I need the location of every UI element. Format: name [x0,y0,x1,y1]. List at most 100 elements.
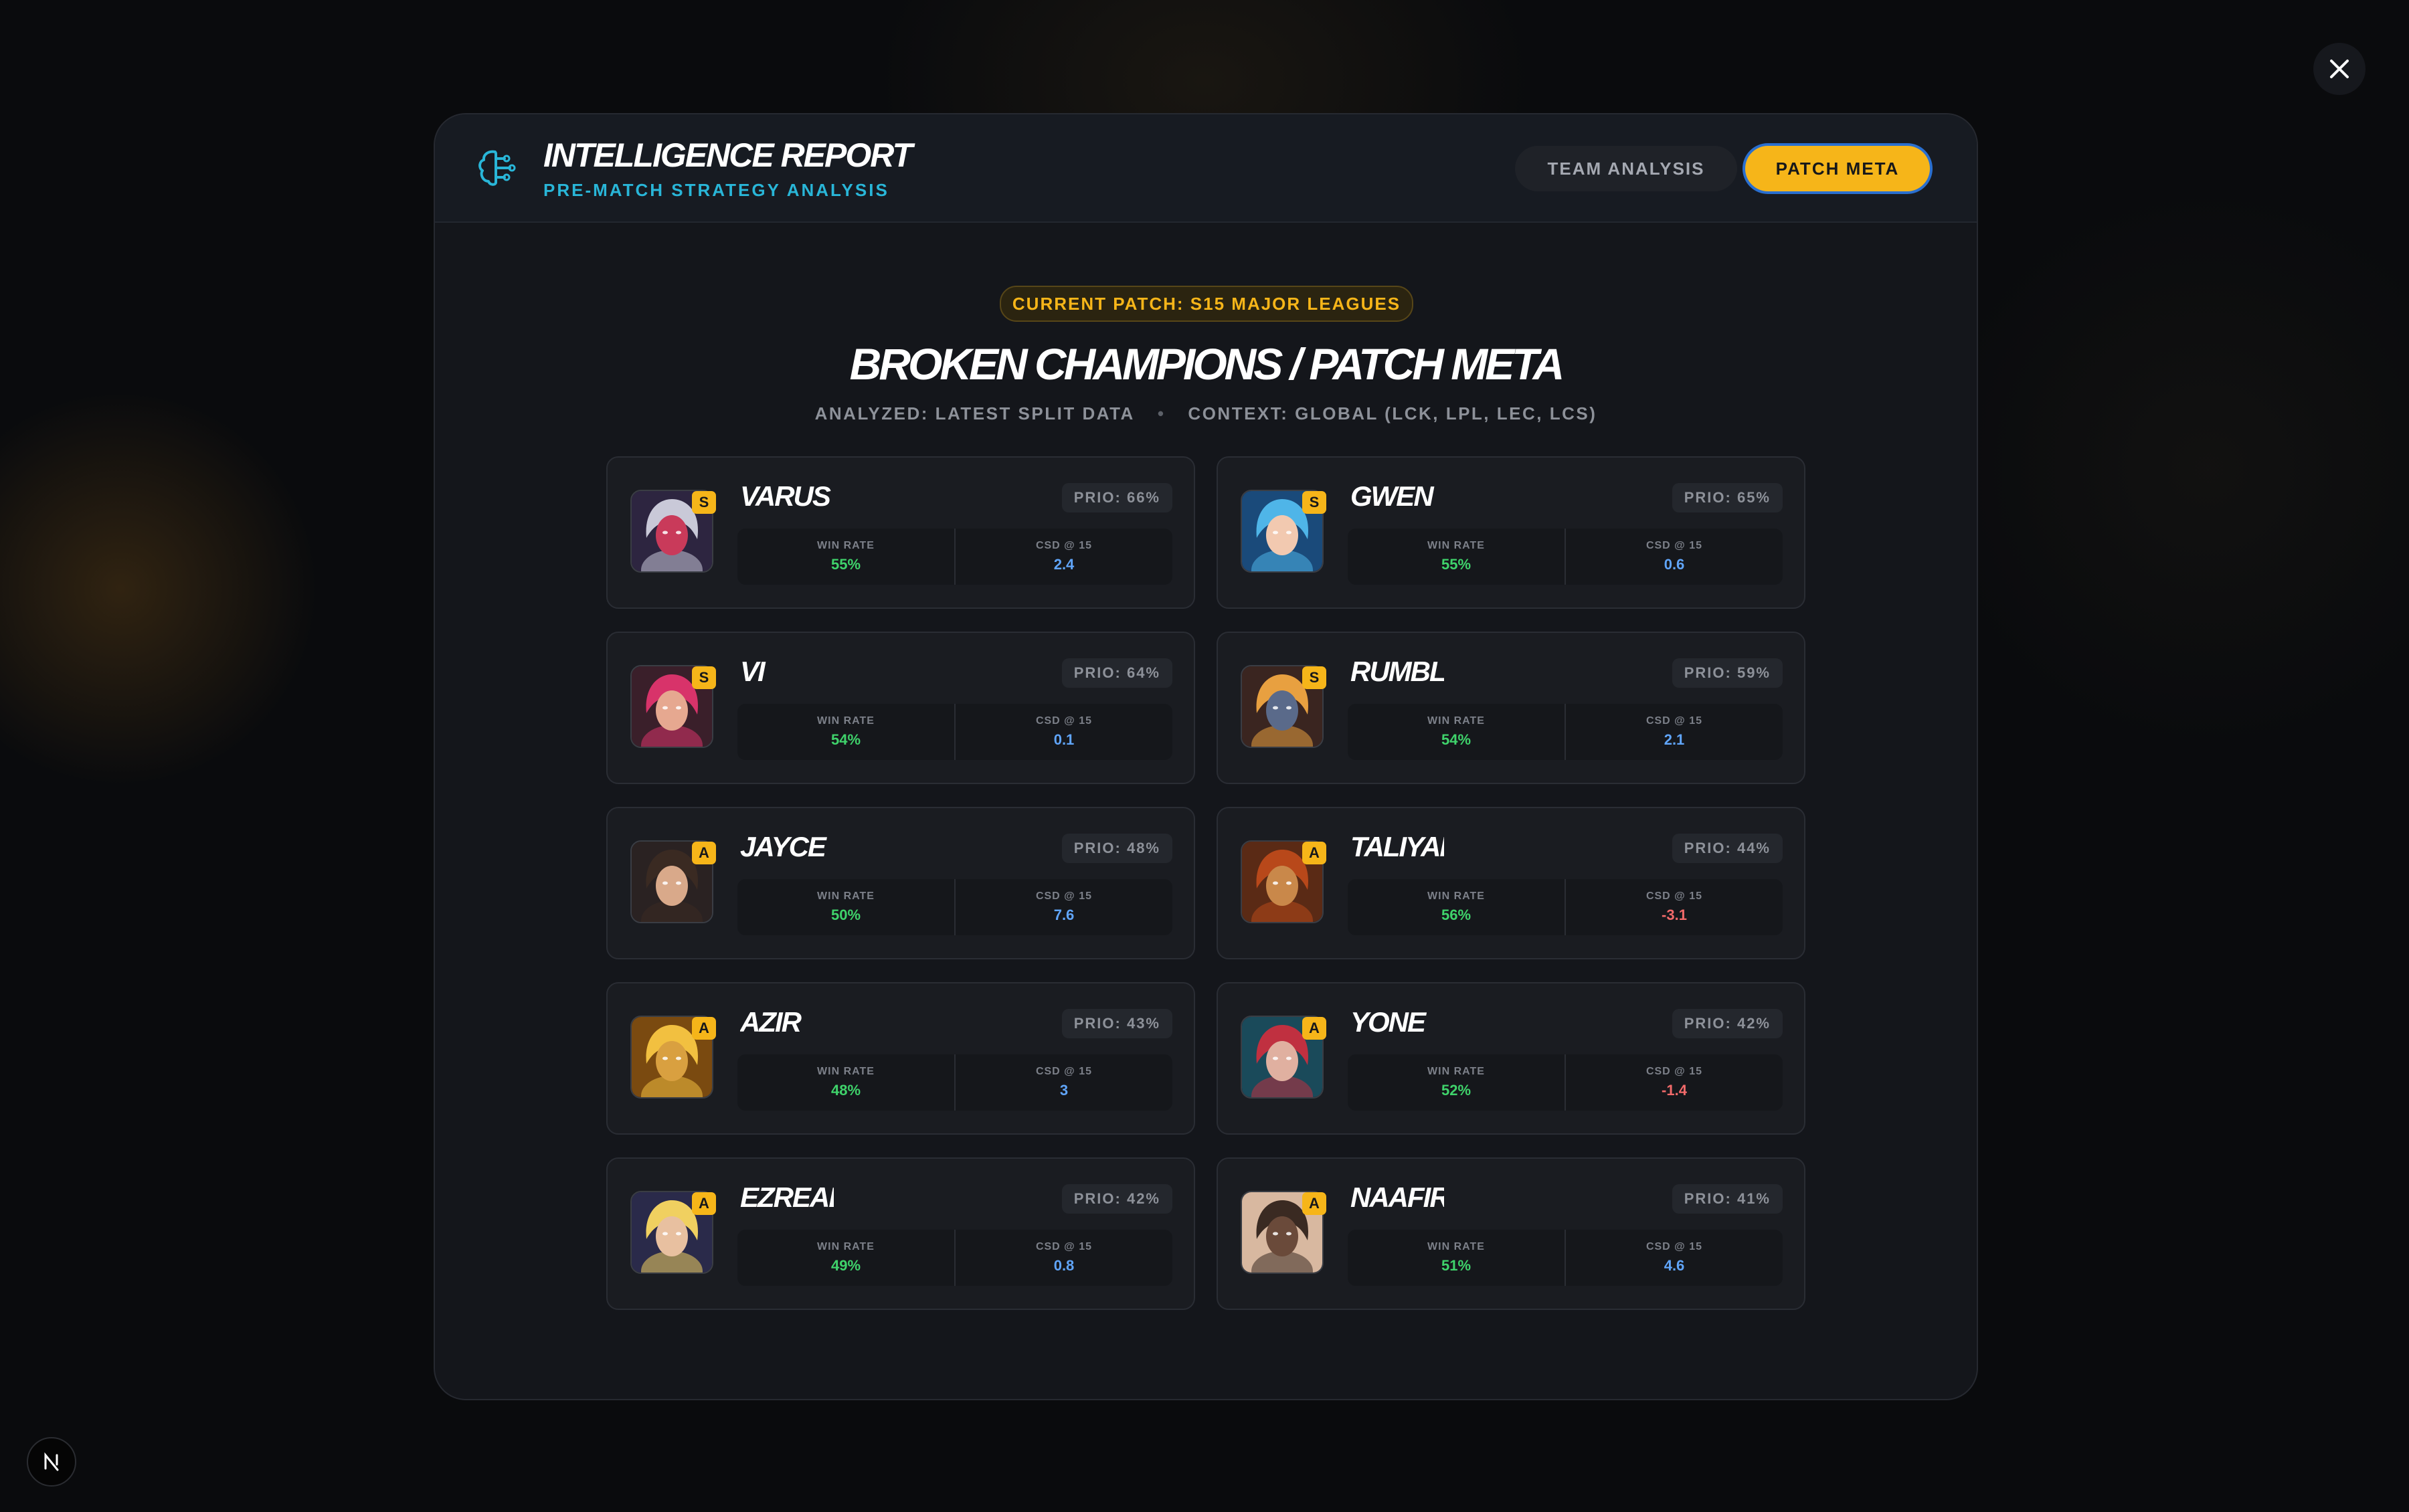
champion-card[interactable]: A EZREAL PRIO: 42% WIN RATE 49% CSD @ 15… [606,1157,1195,1310]
win-rate-value: 55% [830,556,861,573]
champion-name: RUMBLE [1350,656,1444,687]
champion-card[interactable]: A AZIR PRIO: 43% WIN RATE 48% CSD @ 15 3 [606,982,1195,1135]
champion-card[interactable]: A NAAFIRI PRIO: 41% WIN RATE 51% CSD @ 1… [1217,1157,1805,1310]
win-rate-stat: WIN RATE 54% [737,704,954,760]
tab-team-analysis[interactable]: TEAM ANALYSIS [1515,146,1737,191]
tier-badge: A [692,1017,716,1040]
win-rate-stat: WIN RATE 56% [1348,879,1565,935]
win-rate-label: WIN RATE [1427,715,1485,727]
csd-stat: CSD @ 15 0.1 [954,704,1172,760]
win-rate-stat: WIN RATE 48% [737,1054,954,1111]
champion-stats: WIN RATE 55% CSD @ 15 0.6 [1348,529,1783,585]
csd-label: CSD @ 15 [1645,1066,1703,1077]
context-label: CONTEXT: GLOBAL (LCK, LPL, LEC, LCS) [1188,403,1597,423]
priority-badge: PRIO: 64% [1061,658,1172,688]
tier-badge: A [1302,842,1326,864]
win-rate-label: WIN RATE [1427,1066,1485,1077]
win-rate-value: 54% [1441,731,1471,748]
priority-badge: PRIO: 41% [1672,1184,1783,1214]
champion-stats: WIN RATE 52% CSD @ 15 -1.4 [1348,1054,1783,1111]
champion-name: VI [740,656,766,687]
priority-badge: PRIO: 48% [1061,834,1172,863]
champion-card[interactable]: A YONE PRIO: 42% WIN RATE 52% CSD @ 15 -… [1217,982,1805,1135]
current-patch-badge: CURRENT PATCH: S15 MAJOR LEAGUES [1000,286,1413,322]
champion-card[interactable]: S RUMBLE PRIO: 59% WIN RATE 54% CSD @ 15… [1217,632,1805,784]
tier-badge: S [692,491,716,514]
win-rate-stat: WIN RATE 49% [737,1230,954,1286]
tier-badge: S [1302,666,1326,689]
win-rate-label: WIN RATE [1427,1241,1485,1252]
priority-badge: PRIO: 65% [1672,483,1783,512]
priority-badge: PRIO: 42% [1672,1009,1783,1038]
csd-value: 0.1 [1053,731,1075,748]
report-subtitle: PRE-MATCH STRATEGY ANALYSIS [543,180,889,200]
win-rate-stat: WIN RATE 55% [737,529,954,585]
csd-label: CSD @ 15 [1035,715,1093,727]
champion-card[interactable]: A TALIYAH PRIO: 44% WIN RATE 56% CSD @ 1… [1217,807,1805,959]
tier-badge: A [692,842,716,864]
champion-stats: WIN RATE 48% CSD @ 15 3 [737,1054,1172,1111]
champion-card[interactable]: A JAYCE PRIO: 48% WIN RATE 50% CSD @ 15 … [606,807,1195,959]
champion-stats: WIN RATE 54% CSD @ 15 2.1 [1348,704,1783,760]
next-logo-button[interactable] [27,1437,76,1487]
champion-stats: WIN RATE 54% CSD @ 15 0.1 [737,704,1172,760]
close-button[interactable] [2313,43,2366,95]
csd-label: CSD @ 15 [1035,1241,1093,1252]
champion-stats: WIN RATE 49% CSD @ 15 0.8 [737,1230,1172,1286]
champion-card[interactable]: S GWEN PRIO: 65% WIN RATE 55% CSD @ 15 0… [1217,456,1805,609]
win-rate-label: WIN RATE [817,540,875,551]
csd-label: CSD @ 15 [1035,1066,1093,1077]
champion-stats: WIN RATE 51% CSD @ 15 4.6 [1348,1230,1783,1286]
champion-stats: WIN RATE 56% CSD @ 15 -3.1 [1348,879,1783,935]
priority-badge: PRIO: 59% [1672,658,1783,688]
priority-badge: PRIO: 43% [1061,1009,1172,1038]
champion-name: AZIR [740,1006,802,1038]
csd-stat: CSD @ 15 2.4 [954,529,1172,585]
tab-patch-meta[interactable]: PATCH META [1745,146,1930,191]
win-rate-value: 51% [1441,1257,1471,1274]
csd-label: CSD @ 15 [1035,890,1093,902]
csd-label: CSD @ 15 [1645,890,1703,902]
csd-stat: CSD @ 15 -3.1 [1565,879,1783,935]
csd-stat: CSD @ 15 4.6 [1565,1230,1783,1286]
win-rate-value: 54% [830,731,861,748]
report-title: INTELLIGENCE REPORT [543,136,913,174]
tier-badge: S [1302,491,1326,514]
champion-name: YONE [1350,1006,1426,1038]
win-rate-value: 49% [830,1257,861,1274]
win-rate-label: WIN RATE [1427,890,1485,902]
csd-stat: CSD @ 15 0.6 [1565,529,1783,585]
win-rate-stat: WIN RATE 55% [1348,529,1565,585]
win-rate-value: 48% [830,1082,861,1099]
csd-value: 0.8 [1053,1257,1075,1274]
modal-header: INTELLIGENCE REPORT PRE-MATCH STRATEGY A… [435,114,1977,223]
csd-value: 4.6 [1664,1257,1685,1274]
win-rate-value: 52% [1441,1082,1471,1099]
section-heading: BROKEN CHAMPIONS / PATCH META [849,339,1565,389]
csd-label: CSD @ 15 [1645,540,1703,551]
champion-card[interactable]: S VI PRIO: 64% WIN RATE 54% CSD @ 15 0.1 [606,632,1195,784]
win-rate-label: WIN RATE [1427,540,1485,551]
tier-badge: A [1302,1192,1326,1215]
csd-label: CSD @ 15 [1645,1241,1703,1252]
champion-grid: S VARUS PRIO: 66% WIN RATE 55% CSD @ 15 … [606,456,1805,1310]
priority-badge: PRIO: 42% [1061,1184,1172,1214]
csd-value: 3 [1059,1082,1069,1099]
champion-name: EZREAL [740,1182,834,1213]
priority-badge: PRIO: 44% [1672,834,1783,863]
csd-label: CSD @ 15 [1035,540,1093,551]
separator-dot: • [1157,403,1166,423]
csd-stat: CSD @ 15 2.1 [1565,704,1783,760]
champion-name: VARUS [740,480,831,512]
champion-name: NAAFIRI [1350,1182,1444,1213]
csd-value: 0.6 [1664,556,1685,573]
win-rate-stat: WIN RATE 50% [737,879,954,935]
win-rate-stat: WIN RATE 54% [1348,704,1565,760]
win-rate-value: 56% [1441,907,1471,923]
brain-icon [478,150,516,186]
champion-card[interactable]: S VARUS PRIO: 66% WIN RATE 55% CSD @ 15 … [606,456,1195,609]
csd-value: 7.6 [1053,907,1075,923]
tier-badge: A [692,1192,716,1215]
csd-stat: CSD @ 15 -1.4 [1565,1054,1783,1111]
champion-stats: WIN RATE 55% CSD @ 15 2.4 [737,529,1172,585]
